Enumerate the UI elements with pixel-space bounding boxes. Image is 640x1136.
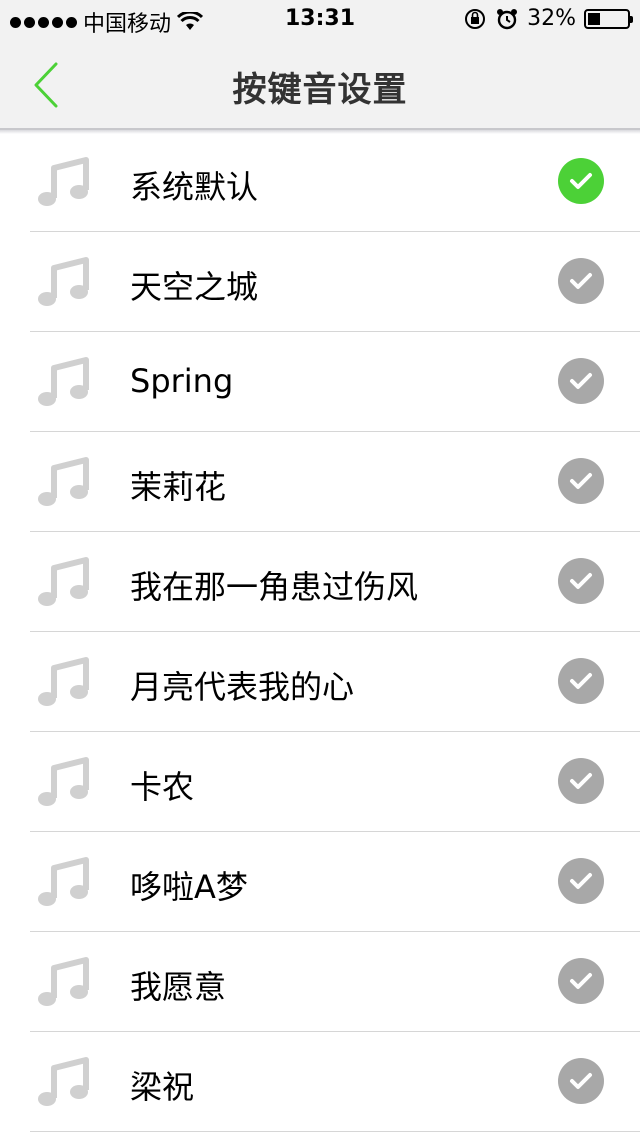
ringtone-row[interactable]: 我愿意	[30, 932, 640, 1032]
ringtone-row[interactable]: 茉莉花	[30, 432, 640, 532]
music-note-icon	[36, 1054, 92, 1110]
music-note-icon	[36, 654, 92, 710]
checkmark-icon[interactable]	[558, 458, 604, 504]
battery-level-fill	[588, 12, 601, 25]
ringtone-row[interactable]: 月亮代表我的心	[30, 632, 640, 732]
music-note-icon	[36, 254, 92, 310]
ringtone-row[interactable]: 卡农	[30, 732, 640, 832]
ringtone-row[interactable]: 哆啦A梦	[30, 832, 640, 932]
battery-percent: 32%	[527, 6, 576, 31]
checkmark-icon[interactable]	[558, 258, 604, 304]
ringtone-label: 月亮代表我的心	[130, 668, 355, 706]
music-note-icon	[36, 754, 92, 810]
status-bar: 中国移动 13:31 32%	[0, 0, 640, 40]
alarm-clock-icon	[497, 8, 518, 29]
page-title: 按键音设置	[232, 70, 408, 110]
ringtone-label: 梁祝	[130, 1068, 195, 1106]
battery-icon	[584, 8, 633, 29]
ringtone-row[interactable]: 系统默认	[30, 132, 640, 232]
music-note-icon	[36, 154, 92, 210]
ringtone-row[interactable]: 我在那一角患过伤风	[30, 532, 640, 632]
checkmark-icon[interactable]	[558, 658, 604, 704]
ringtone-row[interactable]: Spring	[30, 332, 640, 432]
checkmark-icon[interactable]	[558, 1058, 604, 1104]
music-note-icon	[36, 354, 92, 410]
ringtone-label: 系统默认	[130, 168, 259, 206]
status-right: 32%	[463, 6, 633, 31]
music-note-icon	[36, 954, 92, 1010]
ringtone-label: 我在那一角患过伤风	[130, 568, 419, 606]
ringtone-list: 系统默认天空之城 Spring 茉莉花我在那一角患过伤风 月亮代表我的心 卡农哆啦A梦我…	[0, 132, 640, 1132]
ringtone-label: 天空之城	[130, 268, 259, 306]
nav-bar: 按键音设置	[0, 40, 640, 130]
ringtone-label: 哆啦A梦	[130, 868, 248, 906]
music-note-icon	[36, 554, 92, 610]
checkmark-icon[interactable]	[558, 858, 604, 904]
ringtone-label: 我愿意	[130, 968, 227, 1006]
checkmark-selected-icon[interactable]	[558, 158, 604, 204]
ringtone-label: 卡农	[130, 768, 195, 806]
ringtone-row[interactable]: 天空之城	[30, 232, 640, 332]
rotation-lock-icon	[465, 8, 486, 29]
music-note-icon	[36, 454, 92, 510]
ringtone-row[interactable]: 梁祝	[30, 1032, 640, 1132]
ringtone-label: 茉莉花	[130, 468, 227, 506]
checkmark-icon[interactable]	[558, 758, 604, 804]
checkmark-icon[interactable]	[558, 358, 604, 404]
checkmark-icon[interactable]	[558, 958, 604, 1004]
ringtone-label: Spring	[130, 362, 234, 400]
checkmark-icon[interactable]	[558, 558, 604, 604]
music-note-icon	[36, 854, 92, 910]
